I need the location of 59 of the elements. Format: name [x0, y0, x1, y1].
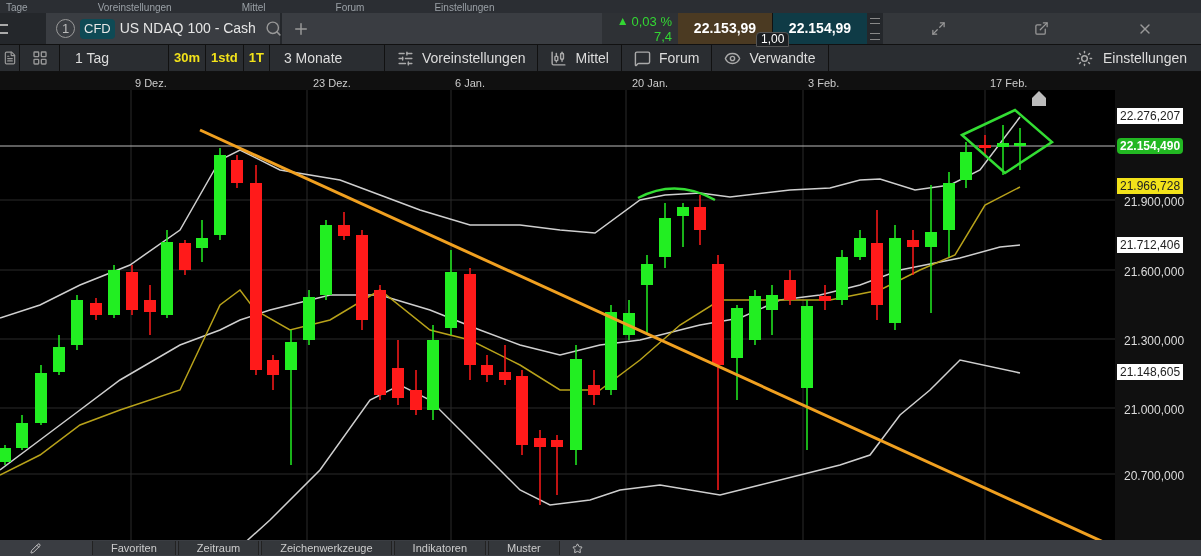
chat-icon — [633, 49, 651, 67]
toolbar-label: Forum — [335, 2, 365, 13]
interval-button[interactable]: 30m — [169, 45, 207, 71]
menu-icon[interactable] — [0, 23, 8, 34]
spread-badge: 1,00 — [756, 32, 790, 47]
price-tag: 21.712,406 — [1117, 237, 1184, 253]
period-dropdown[interactable]: 1 Tag — [60, 45, 169, 71]
price-label: 21.000,000 — [1124, 402, 1185, 419]
diamond-drawing[interactable] — [959, 108, 1055, 175]
layout-icon[interactable] — [31, 50, 48, 66]
list-icon[interactable] — [2, 51, 17, 65]
search-icon[interactable] — [264, 20, 282, 37]
expand-icon[interactable] — [931, 21, 946, 36]
depth-icon[interactable] — [870, 17, 880, 40]
price-tag: 22.276,207 — [1117, 108, 1184, 124]
candles-icon — [550, 49, 568, 67]
date-label: 6 Jan. — [455, 76, 485, 91]
toolbar-label: Tage — [6, 2, 28, 13]
up-triangle-icon: ▲ — [616, 13, 629, 29]
panel-tab[interactable]: Zeichenwerkzeuge — [261, 541, 392, 555]
toolbar-button[interactable]: Verwandte — [712, 45, 829, 71]
price-tag: 22.154,490 — [1117, 138, 1184, 154]
panel-tab[interactable]: Muster — [488, 541, 560, 555]
date-label: 23 Dez. — [313, 76, 351, 91]
instrument-title: US NDAQ 100 - Cash — [119, 19, 256, 38]
toolbar-button[interactable]: Forum — [621, 45, 713, 71]
price-tag: 21.148,605 — [1117, 364, 1184, 380]
settings-button[interactable]: Einstellungen — [1075, 45, 1201, 71]
range-dropdown[interactable]: 3 Monate — [269, 45, 385, 71]
date-label: 3 Feb. — [808, 76, 840, 91]
date-label: 9 Dez. — [135, 76, 167, 91]
arc-drawing[interactable] — [637, 187, 716, 202]
sliders-icon — [396, 49, 414, 67]
interval-button[interactable]: 1T — [243, 45, 270, 71]
price-label: 20.700,000 — [1124, 468, 1185, 485]
date-label: 20 Jan. — [632, 76, 669, 91]
settings-icon — [1075, 49, 1093, 67]
pencil-icon[interactable] — [30, 542, 41, 554]
price-label: 21.600,000 — [1124, 264, 1185, 281]
panel-tab[interactable]: Indikatoren — [393, 541, 487, 555]
change-percent: 0,03 % — [631, 13, 672, 29]
pentagon-marker-icon[interactable] — [1032, 91, 1046, 106]
price-tag: 21.966,728 — [1117, 178, 1184, 194]
toolbar-label: Voreinstellungen — [97, 2, 172, 13]
panel-tab[interactable]: Zeitraum — [177, 541, 260, 555]
instrument-tab[interactable]: 1 CFD US NDAQ 100 - Cash — [46, 13, 280, 44]
cfd-badge: CFD — [80, 18, 115, 39]
star-icon[interactable] — [571, 542, 583, 554]
price-label: 21.900,000 — [1124, 194, 1185, 211]
toolbar-button[interactable]: Voreinstellungen — [384, 45, 539, 71]
popout-icon[interactable] — [1034, 21, 1049, 36]
price-label: 21.300,000 — [1124, 333, 1185, 350]
toolbar-label: Einstellungen — [434, 2, 495, 13]
date-label: 17 Feb. — [990, 76, 1028, 91]
toolbar-label: Mittel — [241, 2, 266, 13]
panel-tab[interactable]: Favoriten — [92, 541, 176, 555]
interval-button[interactable]: 1std — [206, 45, 244, 71]
change-value: 7,4 — [653, 28, 672, 44]
toolbar-button[interactable]: Mittel — [538, 45, 622, 71]
